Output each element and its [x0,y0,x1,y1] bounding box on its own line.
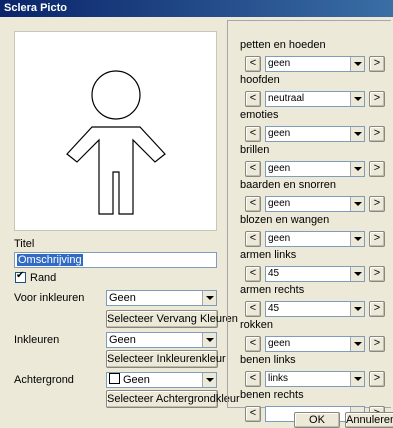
rand-label: Rand [30,272,57,284]
category-value: geen [268,58,291,69]
person-outline-icon [66,70,166,215]
chevron-down-icon[interactable] [350,337,364,351]
category-prev-button[interactable]: < [245,56,261,72]
chevron-down-icon[interactable] [202,373,216,387]
category-value: 45 [268,268,280,279]
category-prev-button[interactable]: < [245,196,261,212]
category-value: geen [268,163,291,174]
category-next-button[interactable]: > [369,161,385,177]
category-next-button[interactable]: > [369,126,385,142]
category-label: emoties [240,109,279,121]
chevron-down-icon[interactable] [350,127,364,141]
rand-checkbox-box[interactable]: ✔ [15,270,26,283]
achtergrond-value: Geen [123,374,150,386]
chevron-down-icon[interactable] [350,57,364,71]
category-value: geen [268,338,291,349]
category-value: geen [268,233,291,244]
title-input[interactable]: Omschrijving [14,252,217,268]
category-prev-button[interactable]: < [245,406,261,422]
category-next-button[interactable]: > [369,336,385,352]
voor-inkleuren-label: Voor inkleuren [14,292,85,304]
chevron-down-icon[interactable] [350,302,364,316]
category-next-button[interactable]: > [369,371,385,387]
category-label: petten en hoeden [240,39,326,51]
achtergrond-select[interactable]: Geen [106,372,217,388]
achtergrond-value-wrap: Geen [109,373,150,387]
ok-button[interactable]: OK [294,412,340,428]
rand-checkbox[interactable]: ✔ Rand [15,270,57,284]
cancel-button[interactable]: Annuleren [345,412,393,428]
category-next-button[interactable]: > [369,231,385,247]
category-label: benen links [240,354,296,366]
category-value: geen [268,198,291,209]
category-select[interactable]: geen [265,161,365,177]
category-label: armen rechts [240,284,305,296]
category-next-button[interactable]: > [369,91,385,107]
category-label: armen links [240,249,297,261]
achtergrondkleur-button[interactable]: Selecteer Achtergrondkleur [106,390,240,408]
category-label: blozen en wangen [240,214,330,226]
category-prev-button[interactable]: < [245,266,261,282]
title-input-value: Omschrijving [17,254,83,266]
chevron-down-icon[interactable] [350,162,364,176]
chevron-down-icon[interactable] [350,92,364,106]
accessory-panel: petten en hoeden < geen > hoofden < neutraal > e… [227,20,391,422]
achtergrond-label: Achtergrond [14,374,74,386]
category-prev-button[interactable]: < [245,126,261,142]
category-next-button[interactable]: > [369,196,385,212]
title-label: Titel [14,238,35,250]
category-label: hoofden [240,74,280,86]
category-value: links [268,373,289,384]
category-next-button[interactable]: > [369,266,385,282]
category-value: neutraal [268,93,305,104]
voor-inkleuren-select[interactable]: Geen [106,290,217,306]
category-label: benen rechts [240,389,304,401]
category-next-button[interactable]: > [369,301,385,317]
category-prev-button[interactable]: < [245,231,261,247]
chevron-down-icon[interactable] [350,372,364,386]
category-value: 45 [268,303,280,314]
category-select[interactable]: neutraal [265,91,365,107]
category-label: baarden en snorren [240,179,337,191]
category-label: rokken [240,319,274,331]
chevron-down-icon[interactable] [350,197,364,211]
voor-inkleuren-value: Geen [109,292,136,304]
category-prev-button[interactable]: < [245,336,261,352]
inkleurenkleur-button[interactable]: Selecteer Inkleurenkleur [106,350,226,368]
category-select[interactable]: geen [265,336,365,352]
color-swatch-icon [109,373,120,384]
check-icon: ✔ [16,270,25,281]
inkleuren-label: Inkleuren [14,334,60,346]
category-select[interactable]: geen [265,196,365,212]
chevron-down-icon[interactable] [350,232,364,246]
category-select[interactable]: geen [265,56,365,72]
category-select[interactable]: 45 [265,301,365,317]
vervang-kleuren-button[interactable]: Selecteer Vervang Kleuren [106,310,238,328]
category-prev-button[interactable]: < [245,91,261,107]
category-prev-button[interactable]: < [245,371,261,387]
inkleuren-select[interactable]: Geen [106,332,217,348]
category-next-button[interactable]: > [369,56,385,72]
category-select[interactable]: links [265,371,365,387]
window-title: Sclera Picto [0,0,393,17]
picto-canvas [14,31,217,231]
category-select[interactable]: geen [265,231,365,247]
category-label: brillen [240,144,270,156]
category-select[interactable]: geen [265,126,365,142]
chevron-down-icon[interactable] [350,267,364,281]
inkleuren-value: Geen [109,334,136,346]
chevron-down-icon[interactable] [202,333,216,347]
category-value: geen [268,128,291,139]
category-prev-button[interactable]: < [245,301,261,317]
chevron-down-icon[interactable] [202,291,216,305]
category-prev-button[interactable]: < [245,161,261,177]
category-select[interactable]: 45 [265,266,365,282]
